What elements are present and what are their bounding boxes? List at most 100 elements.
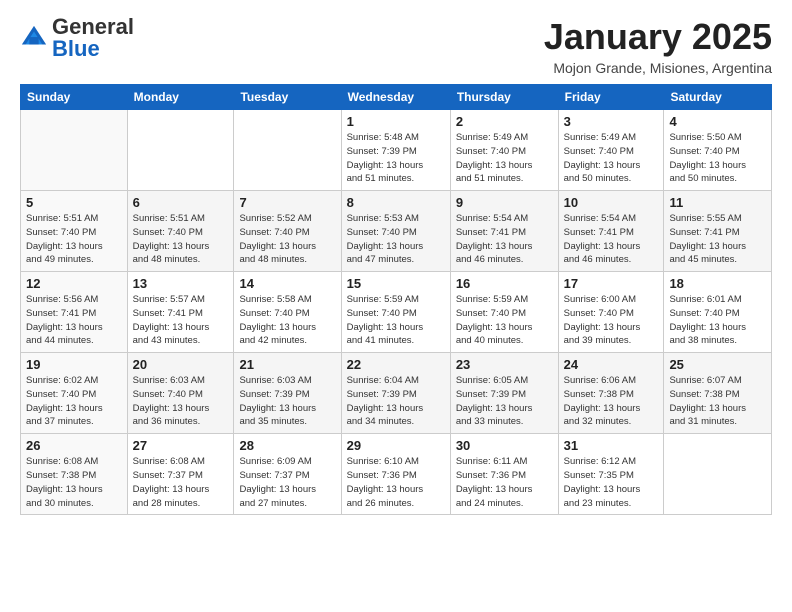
day-info: Sunrise: 6:10 AM Sunset: 7:36 PM Dayligh…: [347, 455, 445, 510]
calendar-week-row: 1Sunrise: 5:48 AM Sunset: 7:39 PM Daylig…: [21, 110, 772, 191]
logo-icon: [20, 24, 48, 52]
col-tuesday: Tuesday: [234, 85, 341, 110]
calendar-cell: [234, 110, 341, 191]
day-number: 10: [564, 195, 659, 210]
day-info: Sunrise: 5:55 AM Sunset: 7:41 PM Dayligh…: [669, 212, 766, 267]
calendar-cell: 5 Sunrise: 5:51 AM Sunset: 7:40 PM Daylig…: [21, 191, 128, 272]
day-info: Sunrise: 6:06 AM Sunset: 7:38 PM Dayligh…: [564, 374, 659, 429]
calendar-cell: 25 Sunrise: 6:07 AM Sunset: 7:38 PM Dayli…: [664, 353, 772, 434]
day-info: Sunrise: 6:03 AM Sunset: 7:39 PM Dayligh…: [239, 374, 335, 429]
day-info: Sunrise: 6:07 AM Sunset: 7:38 PM Dayligh…: [669, 374, 766, 429]
day-number: 16: [456, 276, 553, 291]
day-number: 7: [239, 195, 335, 210]
day-number: 25: [669, 357, 766, 372]
day-info: Sunrise: 5:52 AM Sunset: 7:40 PM Dayligh…: [239, 212, 335, 267]
day-number: 30: [456, 438, 553, 453]
day-number: 18: [669, 276, 766, 291]
calendar-cell: 6Sunrise: 5:51 AM Sunset: 7:40 PM Daylig…: [127, 191, 234, 272]
day-number: 24: [564, 357, 659, 372]
calendar-cell: 19Sunrise: 6:02 AM Sunset: 7:40 PM Dayli…: [21, 353, 128, 434]
col-saturday: Saturday: [664, 85, 772, 110]
calendar-cell: 16 Sunrise: 5:59 AM Sunset: 7:40 PM Dayli…: [450, 272, 558, 353]
day-number: 8: [347, 195, 445, 210]
day-number: 29: [347, 438, 445, 453]
day-number: 3: [564, 114, 659, 129]
page: General Blue January 2025 Mojon Grande, …: [0, 0, 792, 531]
day-number: 17: [564, 276, 659, 291]
day-info: Sunrise: 6:09 AM Sunset: 7:37 PM Dayligh…: [239, 455, 335, 510]
day-info: Sunrise: 5:49 AM Sunset: 7:40 PM Dayligh…: [456, 131, 553, 186]
calendar-cell: 15Sunrise: 5:59 AM Sunset: 7:40 PM Dayli…: [341, 272, 450, 353]
day-number: 27: [133, 438, 229, 453]
day-info: Sunrise: 5:51 AM Sunset: 7:40 PM Dayligh…: [26, 212, 122, 267]
calendar-cell: [664, 434, 772, 515]
day-number: 22: [347, 357, 445, 372]
day-info: Sunrise: 5:59 AM Sunset: 7:40 PM Dayligh…: [456, 293, 553, 348]
day-info: Sunrise: 6:08 AM Sunset: 7:37 PM Dayligh…: [133, 455, 229, 510]
day-number: 14: [239, 276, 335, 291]
day-info: Sunrise: 6:08 AM Sunset: 7:38 PM Dayligh…: [26, 455, 122, 510]
col-sunday: Sunday: [21, 85, 128, 110]
calendar-cell: 29 Sunrise: 6:10 AM Sunset: 7:36 PM Dayli…: [341, 434, 450, 515]
calendar-cell: [127, 110, 234, 191]
col-thursday: Thursday: [450, 85, 558, 110]
title-block: January 2025 Mojon Grande, Misiones, Arg…: [544, 16, 772, 76]
month-title: January 2025: [544, 16, 772, 58]
calendar-week-row: 26 Sunrise: 6:08 AM Sunset: 7:38 PM Dayli…: [21, 434, 772, 515]
day-info: Sunrise: 5:48 AM Sunset: 7:39 PM Dayligh…: [347, 131, 445, 186]
calendar-cell: 21 Sunrise: 6:03 AM Sunset: 7:39 PM Dayli…: [234, 353, 341, 434]
day-number: 31: [564, 438, 659, 453]
day-number: 6: [133, 195, 229, 210]
day-info: Sunrise: 6:01 AM Sunset: 7:40 PM Dayligh…: [669, 293, 766, 348]
calendar-cell: 11 Sunrise: 5:55 AM Sunset: 7:41 PM Dayli…: [664, 191, 772, 272]
logo-blue: Blue: [52, 36, 100, 61]
day-info: Sunrise: 5:50 AM Sunset: 7:40 PM Dayligh…: [669, 131, 766, 186]
calendar-cell: 22 Sunrise: 6:04 AM Sunset: 7:39 PM Dayli…: [341, 353, 450, 434]
day-info: Sunrise: 5:57 AM Sunset: 7:41 PM Dayligh…: [133, 293, 229, 348]
calendar-cell: 3 Sunrise: 5:49 AM Sunset: 7:40 PM Daylig…: [558, 110, 664, 191]
day-number: 11: [669, 195, 766, 210]
day-number: 4: [669, 114, 766, 129]
calendar: Sunday Monday Tuesday Wednesday Thursday…: [20, 84, 772, 515]
calendar-cell: 23Sunrise: 6:05 AM Sunset: 7:39 PM Dayli…: [450, 353, 558, 434]
calendar-cell: 8Sunrise: 5:53 AM Sunset: 7:40 PM Daylig…: [341, 191, 450, 272]
calendar-cell: 9Sunrise: 5:54 AM Sunset: 7:41 PM Daylig…: [450, 191, 558, 272]
day-info: Sunrise: 5:58 AM Sunset: 7:40 PM Dayligh…: [239, 293, 335, 348]
calendar-cell: 20Sunrise: 6:03 AM Sunset: 7:40 PM Dayli…: [127, 353, 234, 434]
calendar-cell: 18 Sunrise: 6:01 AM Sunset: 7:40 PM Dayli…: [664, 272, 772, 353]
day-info: Sunrise: 6:04 AM Sunset: 7:39 PM Dayligh…: [347, 374, 445, 429]
day-info: Sunrise: 6:11 AM Sunset: 7:36 PM Dayligh…: [456, 455, 553, 510]
logo: General Blue: [20, 16, 134, 60]
calendar-week-row: 12 Sunrise: 5:56 AM Sunset: 7:41 PM Dayli…: [21, 272, 772, 353]
calendar-cell: 14 Sunrise: 5:58 AM Sunset: 7:40 PM Dayli…: [234, 272, 341, 353]
day-number: 12: [26, 276, 122, 291]
day-info: Sunrise: 6:00 AM Sunset: 7:40 PM Dayligh…: [564, 293, 659, 348]
header: General Blue January 2025 Mojon Grande, …: [20, 16, 772, 76]
calendar-cell: 13 Sunrise: 5:57 AM Sunset: 7:41 PM Dayli…: [127, 272, 234, 353]
day-number: 19: [26, 357, 122, 372]
day-number: 5: [26, 195, 122, 210]
calendar-cell: 24 Sunrise: 6:06 AM Sunset: 7:38 PM Dayli…: [558, 353, 664, 434]
day-info: Sunrise: 5:49 AM Sunset: 7:40 PM Dayligh…: [564, 131, 659, 186]
calendar-week-row: 19Sunrise: 6:02 AM Sunset: 7:40 PM Dayli…: [21, 353, 772, 434]
calendar-cell: 12 Sunrise: 5:56 AM Sunset: 7:41 PM Dayli…: [21, 272, 128, 353]
calendar-cell: 4 Sunrise: 5:50 AM Sunset: 7:40 PM Daylig…: [664, 110, 772, 191]
day-number: 26: [26, 438, 122, 453]
calendar-cell: 27 Sunrise: 6:08 AM Sunset: 7:37 PM Dayli…: [127, 434, 234, 515]
calendar-cell: 30 Sunrise: 6:11 AM Sunset: 7:36 PM Dayli…: [450, 434, 558, 515]
calendar-cell: 17 Sunrise: 6:00 AM Sunset: 7:40 PM Dayli…: [558, 272, 664, 353]
location-subtitle: Mojon Grande, Misiones, Argentina: [544, 60, 772, 76]
day-number: 2: [456, 114, 553, 129]
day-number: 13: [133, 276, 229, 291]
day-info: Sunrise: 5:56 AM Sunset: 7:41 PM Dayligh…: [26, 293, 122, 348]
logo-text: General Blue: [52, 16, 134, 60]
calendar-cell: 10Sunrise: 5:54 AM Sunset: 7:41 PM Dayli…: [558, 191, 664, 272]
day-info: Sunrise: 6:12 AM Sunset: 7:35 PM Dayligh…: [564, 455, 659, 510]
col-monday: Monday: [127, 85, 234, 110]
calendar-cell: 28 Sunrise: 6:09 AM Sunset: 7:37 PM Dayli…: [234, 434, 341, 515]
calendar-cell: 2 Sunrise: 5:49 AM Sunset: 7:40 PM Daylig…: [450, 110, 558, 191]
calendar-cell: [21, 110, 128, 191]
day-number: 28: [239, 438, 335, 453]
day-info: Sunrise: 6:05 AM Sunset: 7:39 PM Dayligh…: [456, 374, 553, 429]
day-number: 21: [239, 357, 335, 372]
